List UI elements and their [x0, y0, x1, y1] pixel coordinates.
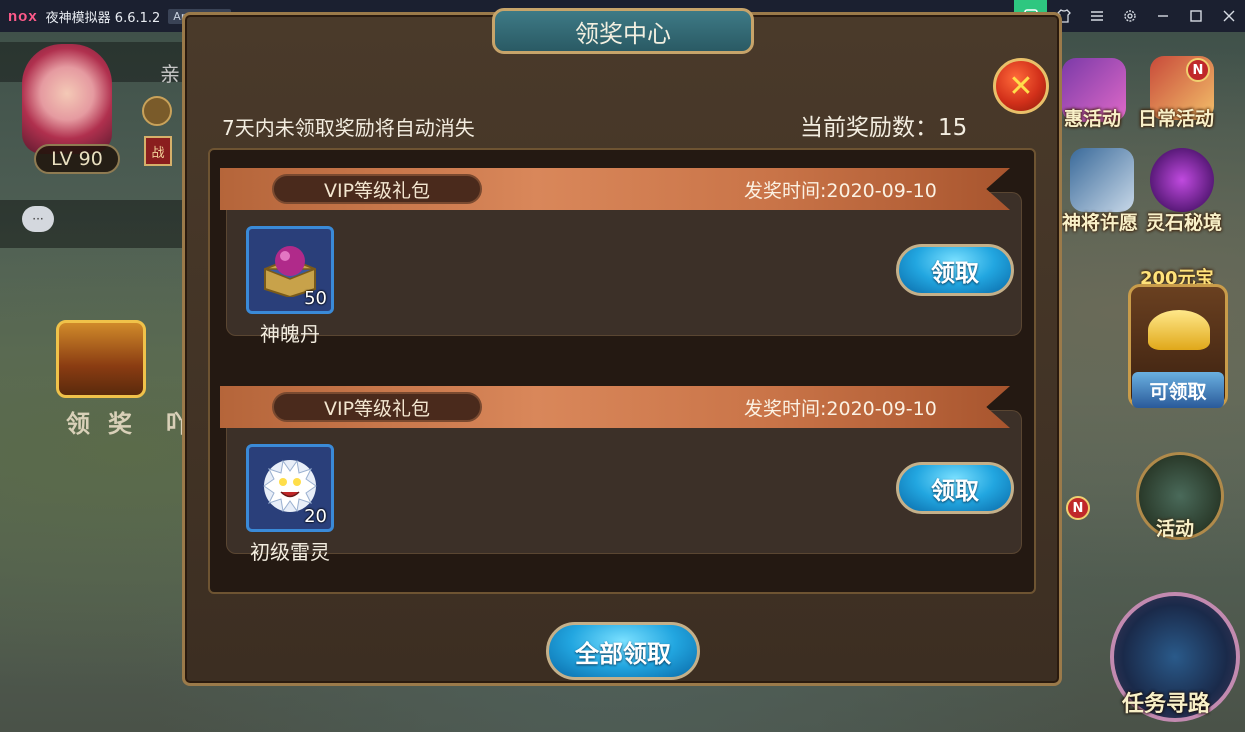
reward-tag: VIP等级礼包	[272, 174, 482, 204]
reward-card: VIP等级礼包 发奖时间:2020-09-10 50 神魄丹 领取	[220, 168, 1022, 354]
wish-icon[interactable]	[1070, 148, 1134, 212]
chat-icon[interactable]: ···	[22, 206, 54, 232]
close-icon[interactable]	[1212, 0, 1245, 32]
reward-count: 当前奖励数：15	[800, 115, 968, 141]
award-time: 发奖时间:2020-09-10	[744, 398, 937, 420]
player-avatar[interactable]	[22, 44, 112, 154]
thunder-spirit-icon[interactable]: 20	[246, 444, 334, 532]
activity-label: 活动	[1156, 518, 1195, 540]
maximize-icon[interactable]	[1179, 0, 1212, 32]
item-quantity: 20	[304, 506, 327, 527]
daily-label: 日常活动	[1138, 108, 1215, 130]
coin-icon[interactable]	[142, 96, 172, 126]
claim-reward-label: 领奖	[66, 410, 150, 438]
level-badge: LV 90	[34, 144, 120, 174]
item-name: 神魄丹	[260, 322, 320, 346]
menu-icon[interactable]	[1080, 0, 1113, 32]
claim-button[interactable]: 领取	[896, 244, 1014, 296]
new-badge: N	[1186, 58, 1210, 82]
gear-icon[interactable]	[1113, 0, 1146, 32]
item-name: 初级雷灵	[250, 540, 330, 564]
spirit-stone-icon[interactable]	[1150, 148, 1214, 212]
minimize-icon[interactable]	[1146, 0, 1179, 32]
gold-ingot-icon	[1148, 310, 1210, 350]
wish-label: 神将许愿	[1062, 212, 1139, 234]
new-badge: N	[1066, 496, 1090, 520]
app-title: 夜神模拟器 6.6.1.2	[45, 10, 161, 26]
secret-label: 灵石秘境	[1146, 212, 1223, 234]
award-time: 发奖时间:2020-09-10	[744, 180, 937, 202]
claim-all-button[interactable]: 全部领取	[546, 622, 700, 680]
expiry-notice: 7天内未领取奖励将自动消失	[222, 116, 475, 140]
dialog-title: 领奖中心	[492, 8, 754, 54]
event-label: 惠活动	[1064, 108, 1122, 130]
close-x-icon[interactable]: ✕	[993, 58, 1049, 114]
war-badge[interactable]: 战	[144, 136, 172, 166]
claim-button[interactable]: 领取	[896, 462, 1014, 514]
reward-tag: VIP等级礼包	[272, 392, 482, 422]
hud-top-text: 亲	[160, 62, 180, 86]
reward-card: VIP等级礼包 发奖时间:2020-09-10 20 初级雷灵 领取	[220, 386, 1022, 572]
item-quantity: 50	[304, 288, 327, 309]
nox-logo: nox	[8, 7, 38, 25]
treasure-chest-icon[interactable]	[56, 320, 146, 398]
quest-label: 任务寻路	[1122, 692, 1211, 717]
treasure-chest-orb-icon[interactable]: 50	[246, 226, 334, 314]
claimable-button[interactable]: 可领取	[1132, 372, 1224, 408]
